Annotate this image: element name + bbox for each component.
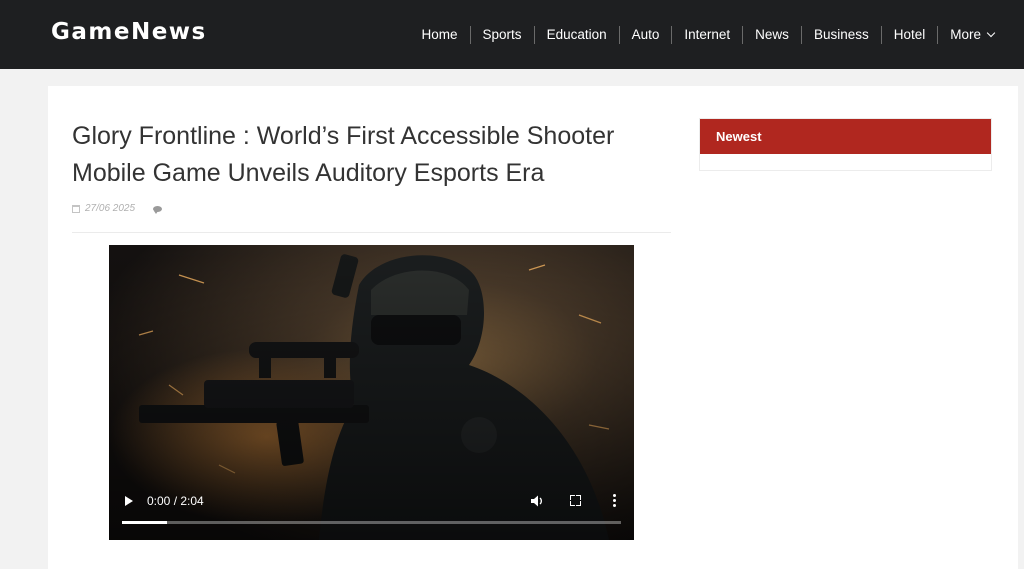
nav-auto[interactable]: Auto xyxy=(618,25,672,44)
site-logo[interactable]: GameNews xyxy=(51,19,207,45)
nav-more-label: More xyxy=(950,26,981,42)
site-header: GameNews Home Sports Education Auto Inte… xyxy=(0,0,1024,69)
nav-home[interactable]: Home xyxy=(410,26,470,44)
calendar-icon xyxy=(72,204,80,213)
video-player[interactable]: 0:00 / 2:04 xyxy=(109,245,634,540)
nav-internet[interactable]: Internet xyxy=(671,25,742,44)
article-meta: 27/06 2025 xyxy=(72,203,163,214)
play-icon[interactable] xyxy=(125,496,133,506)
volume-icon[interactable] xyxy=(530,494,544,508)
sidebar-newest: Newest xyxy=(699,118,992,171)
sidebar-heading: Newest xyxy=(700,119,991,154)
nav-business[interactable]: Business xyxy=(800,25,881,44)
chevron-down-icon xyxy=(986,28,996,37)
more-options-icon[interactable] xyxy=(613,494,617,508)
video-time: 0:00 / 2:04 xyxy=(147,494,204,508)
article-date: 27/06 2025 xyxy=(85,203,136,214)
main-nav: Home Sports Education Auto Internet News… xyxy=(410,0,1006,69)
video-progress-fill xyxy=(122,521,167,524)
comment-icon[interactable] xyxy=(153,205,163,214)
nav-hotel[interactable]: Hotel xyxy=(880,25,938,44)
divider xyxy=(72,232,671,233)
fullscreen-icon[interactable] xyxy=(570,495,581,506)
nav-news[interactable]: News xyxy=(742,25,801,44)
nav-sports[interactable]: Sports xyxy=(469,25,534,44)
video-progress-bar[interactable] xyxy=(122,521,621,524)
nav-more[interactable]: More xyxy=(937,25,1006,44)
main-content: Glory Frontline : World’s First Accessib… xyxy=(48,86,1018,569)
nav-education[interactable]: Education xyxy=(533,25,619,44)
article-title: Glory Frontline : World’s First Accessib… xyxy=(72,122,615,187)
